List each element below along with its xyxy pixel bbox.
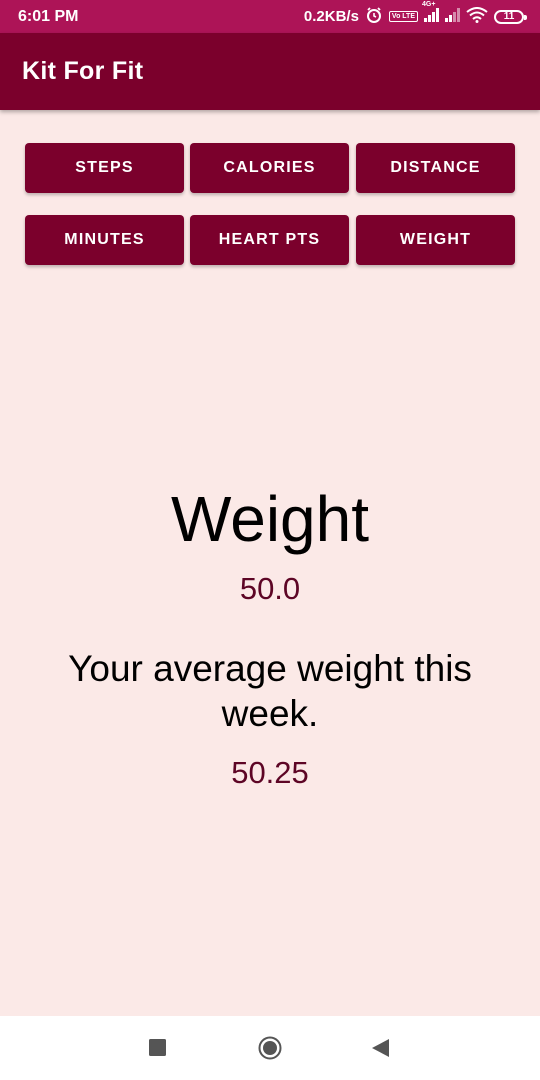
recents-icon[interactable]: [149, 1039, 166, 1061]
average-label: Your average weight this week.: [68, 648, 472, 734]
alarm-icon: [365, 6, 383, 28]
volte-icon: Vo LTE: [388, 11, 418, 22]
calories-button[interactable]: CALORIES: [190, 143, 349, 193]
metric-title: Weight: [170, 483, 370, 555]
home-icon[interactable]: [258, 1036, 282, 1065]
navigation-bar: [0, 1016, 540, 1080]
network-type: 4G+: [422, 0, 436, 8]
metric-value: 50.0: [239, 571, 301, 606]
signal-icon: [445, 7, 460, 26]
battery-level: 11: [503, 11, 515, 22]
steps-button[interactable]: STEPS: [25, 143, 184, 193]
distance-button[interactable]: DISTANCE: [356, 143, 515, 193]
status-bar: 6:01 PM 0.2KB/s Vo LTE 4G+ 11: [0, 0, 540, 33]
battery-icon: 11: [494, 9, 527, 24]
signal-icon: 4G+: [422, 1, 439, 26]
average-value: 50.25: [231, 755, 309, 790]
status-time: 6:01 PM: [18, 7, 79, 25]
weight-button[interactable]: WEIGHT: [356, 215, 515, 265]
app-bar: Kit For Fit: [0, 33, 540, 110]
status-icons: 0.2KB/s Vo LTE 4G+ 11: [303, 1, 527, 28]
heart-pts-button[interactable]: HEART PTS: [190, 215, 349, 265]
wifi-icon: [466, 6, 488, 27]
net-speed: 0.2KB/s: [303, 8, 359, 25]
app-title: Kit For Fit: [22, 57, 144, 85]
back-icon[interactable]: [372, 1039, 389, 1062]
minutes-button[interactable]: MINUTES: [25, 215, 184, 265]
